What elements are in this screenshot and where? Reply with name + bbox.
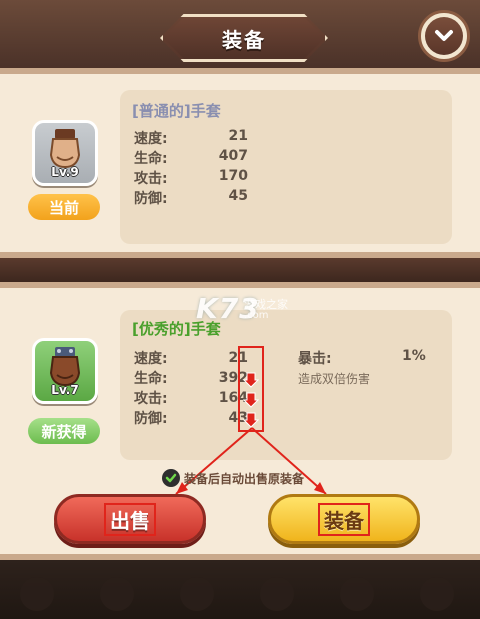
equip-button-label: 装备 (318, 502, 370, 536)
sell-button-label: 出售 (104, 502, 156, 536)
checkmark-icon[interactable] (162, 469, 180, 487)
sell-button[interactable]: 出售 (54, 494, 206, 544)
auto-sell-toggle[interactable]: 装备后自动出售原装备 (162, 468, 304, 488)
equip-button[interactable]: 装备 (268, 494, 420, 544)
auto-sell-label: 装备后自动出售原装备 (184, 471, 305, 486)
